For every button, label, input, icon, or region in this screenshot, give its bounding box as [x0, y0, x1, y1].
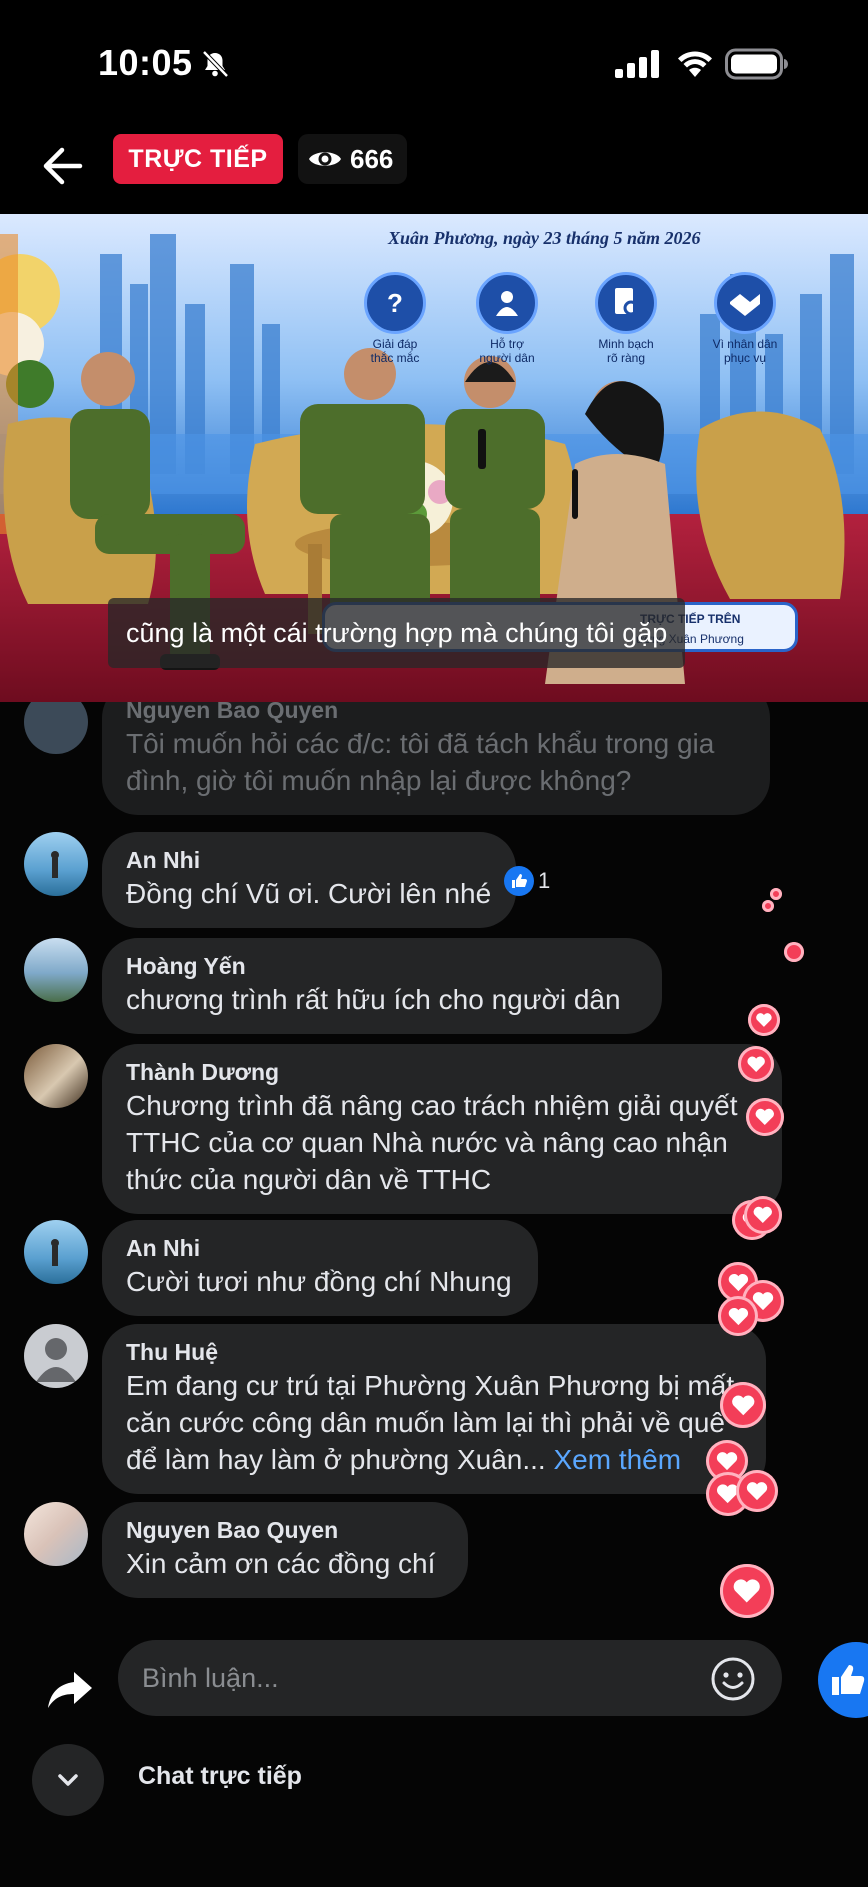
comment-text: chương trình rất hữu ích cho người dân — [126, 984, 621, 1015]
comment-author[interactable]: An Nhi — [126, 845, 492, 875]
feature-label: Giải đáp thắc mắc — [370, 337, 420, 365]
feature-service: Vì nhân dân phục vụ — [690, 272, 800, 365]
avatar[interactable] — [24, 938, 88, 1002]
feature-label: Vì nhân dân phục vụ — [712, 337, 778, 365]
comment-bubble: An Nhi Đồng chí Vũ ơi. Cười lên nhé — [102, 832, 516, 928]
heart-reaction-icon — [738, 1046, 774, 1082]
comment-text: Em đang cư trú tại Phường Xuân Phương bị… — [126, 1367, 742, 1478]
event-date-title: Xuân Phương, ngày 23 tháng 5 năm 2026 — [388, 228, 701, 248]
heart-reaction-icon — [720, 1564, 774, 1618]
comment-bubble: Nguyen Bao Quyen Tôi muốn hỏi các đ/c: t… — [102, 702, 770, 815]
heart-reaction-icon — [748, 1004, 780, 1036]
emoji-icon[interactable] — [710, 1656, 756, 1702]
comment-feed[interactable]: Nguyen Bao Quyen Tôi muốn hỏi các đ/c: t… — [0, 702, 868, 1632]
feature-transparency: Minh bạch rõ ràng — [571, 272, 681, 365]
viewer-count-badge: 666 — [298, 134, 408, 184]
reaction-count[interactable]: 1 — [504, 866, 550, 896]
comment-text: Cười tươi như đồng chí Nhung — [126, 1266, 512, 1297]
heart-reaction-icon — [746, 1098, 784, 1136]
wifi-icon — [678, 51, 712, 77]
battery-icon — [725, 48, 788, 80]
live-header: TRỰC TIẾP 666 — [0, 128, 868, 214]
collapse-chat-button[interactable] — [32, 1744, 104, 1816]
avatar[interactable] — [24, 702, 88, 754]
comment-bubble: Thành Dương Chương trình đã nâng cao trá… — [102, 1044, 782, 1214]
eye-icon — [309, 152, 341, 166]
feature-support: Hỗ trợ người dân — [452, 272, 562, 365]
feature-question: ? Giải đáp thắc mắc — [340, 272, 450, 365]
like-count: 1 — [538, 868, 551, 893]
comment-author[interactable]: Nguyen Bao Quyen — [126, 1515, 444, 1545]
back-arrow-icon[interactable] — [36, 138, 92, 194]
comment-text: Đồng chí Vũ ơi. Cười lên nhé — [126, 878, 492, 909]
like-reaction-icon — [504, 866, 534, 896]
avatar[interactable] — [24, 1220, 88, 1284]
bell-slash-icon — [202, 50, 229, 78]
people-icon — [476, 272, 538, 334]
comment-author[interactable]: Nguyen Bao Quyen — [126, 702, 746, 725]
comment-author[interactable]: An Nhi — [126, 1233, 514, 1263]
heart-reaction-icon — [770, 888, 782, 900]
avatar[interactable] — [24, 1502, 88, 1566]
see-more-link[interactable]: Xem thêm — [553, 1444, 681, 1475]
live-chat-label: Chat trực tiếp — [138, 1762, 302, 1790]
document-search-icon — [595, 272, 657, 334]
like-icon — [832, 1665, 865, 1695]
comment-author[interactable]: Hoàng Yến — [126, 951, 638, 981]
comment-author[interactable]: Thành Dương — [126, 1057, 758, 1087]
comment-bubble: Nguyen Bao Quyen Xin cảm ơn các đồng chí — [102, 1502, 468, 1598]
avatar[interactable] — [24, 1044, 88, 1108]
heart-reaction-icon — [744, 1196, 782, 1234]
heart-reaction-icon — [736, 1470, 778, 1512]
chevron-down-icon — [58, 1774, 78, 1786]
live-stream-screen: 10:05 TRỰC TIẾP 666 Xuân Phương, ngày 23… — [0, 0, 868, 1887]
comment-text: Chương trình đã nâng cao trách nhiệm giả… — [126, 1090, 738, 1195]
avatar[interactable] — [24, 832, 88, 896]
share-icon[interactable] — [44, 1662, 96, 1714]
comment-input[interactable] — [118, 1640, 782, 1716]
comment-author[interactable]: Thu Huệ — [126, 1337, 742, 1367]
signal-icon — [615, 50, 659, 78]
status-time: 10:05 — [98, 42, 193, 83]
comment-bubble: Hoàng Yến chương trình rất hữu ích cho n… — [102, 938, 662, 1034]
heart-reaction-icon — [762, 900, 774, 912]
heart-reaction-icon — [720, 1382, 766, 1428]
comment-bubble: An Nhi Cười tươi như đồng chí Nhung — [102, 1220, 538, 1316]
handshake-icon — [714, 272, 776, 334]
like-button[interactable] — [818, 1642, 868, 1718]
comment-composer: Chat trực tiếp — [0, 1632, 868, 1887]
comment-text: Xin cảm ơn các đồng chí — [126, 1548, 436, 1579]
default-avatar-icon[interactable] — [24, 1324, 88, 1388]
live-caption: cũng là một cái trường hợp mà chúng tôi … — [108, 598, 686, 668]
comment-bubble: Thu Huệ Em đang cư trú tại Phường Xuân P… — [102, 1324, 766, 1494]
heart-reaction-icon — [784, 942, 804, 962]
feature-label: Minh bạch rõ ràng — [598, 337, 654, 365]
comment-text: Tôi muốn hỏi các đ/c: tôi đã tách khẩu t… — [126, 728, 715, 796]
heart-reaction-icon — [718, 1296, 758, 1336]
live-video-player[interactable]: Xuân Phương, ngày 23 tháng 5 năm 2026 ? … — [0, 214, 868, 702]
question-icon: ? — [364, 272, 426, 334]
viewer-count: 666 — [350, 143, 394, 174]
feature-label: Hỗ trợ người dân — [479, 337, 535, 365]
live-badge: TRỰC TIẾP — [113, 134, 283, 184]
status-bar: 10:05 — [0, 0, 868, 128]
